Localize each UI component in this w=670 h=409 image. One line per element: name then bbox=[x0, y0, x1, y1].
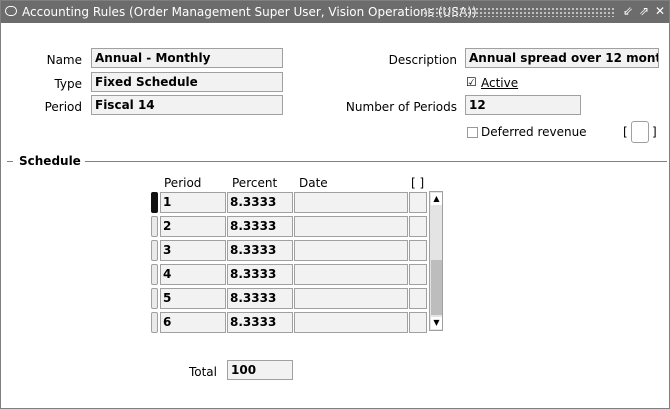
title-bar[interactable]: Accounting Rules (Order Management Super… bbox=[1, 1, 669, 23]
schedule-percent-cell[interactable]: 8.3333 bbox=[227, 288, 293, 309]
schedule-flex-cell[interactable] bbox=[409, 240, 427, 261]
schedule-percent-cell[interactable]: 8.3333 bbox=[227, 216, 293, 237]
minimize-icon[interactable]: ⇙ bbox=[621, 4, 635, 18]
schedule-separator-left bbox=[7, 161, 13, 162]
schedule-percent-cell[interactable]: 8.3333 bbox=[227, 312, 293, 333]
schedule-date-cell[interactable] bbox=[294, 312, 408, 333]
scroll-down-icon[interactable]: ▼ bbox=[431, 317, 442, 329]
name-label: Name bbox=[46, 53, 82, 67]
schedule-date-cell[interactable] bbox=[294, 264, 408, 285]
period-field[interactable]: Fiscal 14 bbox=[91, 95, 283, 115]
total-label: Total bbox=[188, 365, 217, 379]
column-header-flexfield: [ ] bbox=[411, 176, 425, 190]
column-header-date: Date bbox=[299, 176, 328, 190]
type-label: Type bbox=[54, 77, 82, 91]
schedule-date-cell[interactable] bbox=[294, 192, 408, 213]
number-of-periods-label: Number of Periods bbox=[345, 100, 457, 114]
row-selector[interactable] bbox=[151, 192, 158, 213]
schedule-flex-cell[interactable] bbox=[409, 312, 427, 333]
schedule-flex-cell[interactable] bbox=[409, 192, 427, 213]
active-label: Active bbox=[481, 76, 518, 90]
schedule-flex-cell[interactable] bbox=[409, 216, 427, 237]
row-selector[interactable] bbox=[151, 216, 158, 237]
scroll-thumb[interactable] bbox=[431, 260, 442, 315]
schedule-separator-right bbox=[85, 161, 667, 162]
bracket-right: ] bbox=[652, 125, 657, 139]
row-selector[interactable] bbox=[151, 264, 158, 285]
total-field: 100 bbox=[227, 360, 293, 380]
row-selector[interactable] bbox=[151, 240, 158, 261]
schedule-date-cell[interactable] bbox=[294, 288, 408, 309]
schedule-date-cell[interactable] bbox=[294, 216, 408, 237]
active-checkbox[interactable]: ☑ bbox=[466, 75, 477, 89]
deferred-revenue-label: Deferred revenue bbox=[481, 125, 587, 139]
schedule-period-cell[interactable]: 6 bbox=[160, 312, 226, 333]
column-header-percent: Percent bbox=[232, 176, 278, 190]
window-menu-icon[interactable] bbox=[5, 6, 17, 16]
schedule-period-cell[interactable]: 2 bbox=[160, 216, 226, 237]
description-field[interactable]: Annual spread over 12 month: bbox=[465, 48, 659, 68]
schedule-period-cell[interactable]: 1 bbox=[160, 192, 226, 213]
scroll-up-icon[interactable]: ▲ bbox=[431, 193, 442, 205]
column-header-period: Period bbox=[164, 176, 202, 190]
name-field[interactable]: Annual - Monthly bbox=[91, 48, 283, 68]
schedule-period-cell[interactable]: 3 bbox=[160, 240, 226, 261]
row-selector[interactable] bbox=[151, 288, 158, 309]
schedule-scrollbar[interactable]: ▲ ▼ bbox=[429, 191, 443, 331]
schedule-percent-cell[interactable]: 8.3333 bbox=[227, 240, 293, 261]
row-selector[interactable] bbox=[151, 312, 158, 333]
descriptive-flexfield-button[interactable] bbox=[631, 121, 649, 143]
accounting-rules-window: Accounting Rules (Order Management Super… bbox=[0, 0, 670, 409]
maximize-icon[interactable]: ⇗ bbox=[637, 4, 651, 18]
schedule-date-cell[interactable] bbox=[294, 240, 408, 261]
schedule-flex-cell[interactable] bbox=[409, 264, 427, 285]
close-icon[interactable]: ✕ bbox=[653, 4, 667, 18]
deferred-revenue-checkbox[interactable] bbox=[467, 127, 478, 138]
schedule-percent-cell[interactable]: 8.3333 bbox=[227, 264, 293, 285]
schedule-period-cell[interactable]: 5 bbox=[160, 288, 226, 309]
type-field[interactable]: Fixed Schedule bbox=[91, 72, 283, 92]
bracket-left: [ bbox=[623, 125, 628, 139]
schedule-percent-cell[interactable]: 8.3333 bbox=[227, 192, 293, 213]
window-title: Accounting Rules (Order Management Super… bbox=[22, 5, 477, 19]
schedule-period-cell[interactable]: 4 bbox=[160, 264, 226, 285]
description-label: Description bbox=[388, 53, 457, 67]
title-bar-pattern bbox=[423, 7, 615, 17]
schedule-flex-cell[interactable] bbox=[409, 288, 427, 309]
period-label: Period bbox=[44, 100, 82, 114]
active-label-text: Active bbox=[481, 76, 519, 90]
number-of-periods-field[interactable]: 12 bbox=[465, 95, 581, 115]
schedule-heading: Schedule bbox=[19, 154, 81, 168]
